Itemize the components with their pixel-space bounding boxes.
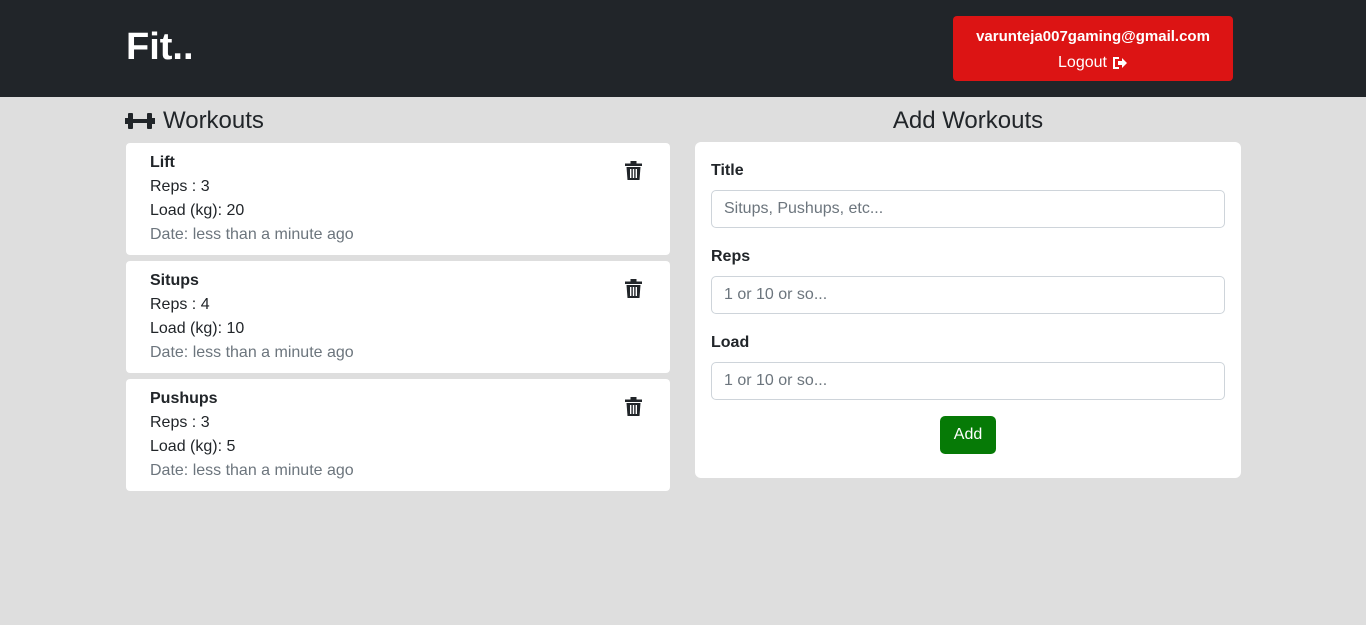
workouts-heading-text: Workouts	[163, 107, 264, 134]
dumbbell-icon	[125, 113, 155, 129]
title-input[interactable]	[711, 190, 1225, 228]
workout-title: Lift	[150, 154, 175, 171]
workout-reps: Reps : 3	[150, 178, 210, 195]
brand-logo[interactable]: Fit..	[126, 24, 194, 70]
title-label: Title	[711, 162, 744, 179]
sign-out-icon	[1112, 57, 1127, 69]
reps-input[interactable]	[711, 276, 1225, 314]
load-input[interactable]	[711, 362, 1225, 400]
workout-date: Date: less than a minute ago	[150, 462, 354, 479]
workout-load: Load (kg): 10	[150, 320, 245, 337]
workout-load: Load (kg): 20	[150, 202, 245, 219]
workout-date: Date: less than a minute ago	[150, 226, 354, 243]
user-email: varunteja007gaming@gmail.com	[976, 28, 1210, 45]
workout-card: Pushups Reps : 3 Load (kg): 5 Date: less…	[126, 379, 670, 491]
workout-card: Situps Reps : 4 Load (kg): 10 Date: less…	[126, 261, 670, 373]
workout-title: Pushups	[150, 390, 218, 407]
trash-icon[interactable]	[625, 161, 642, 180]
workout-reps: Reps : 3	[150, 414, 210, 431]
navbar: Fit.. varunteja007gaming@gmail.com Logou…	[0, 0, 1366, 97]
add-workouts-heading: Add Workouts	[892, 107, 1044, 134]
logout-button[interactable]: Logout	[953, 52, 1233, 74]
reps-label: Reps	[711, 248, 751, 265]
workout-load: Load (kg): 5	[150, 438, 236, 455]
workout-reps: Reps : 4	[150, 296, 210, 313]
trash-icon[interactable]	[625, 279, 642, 298]
user-box: varunteja007gaming@gmail.com Logout	[953, 16, 1233, 81]
workout-title: Situps	[150, 272, 199, 289]
logout-label: Logout	[1058, 54, 1107, 71]
workout-card: Lift Reps : 3 Load (kg): 20 Date: less t…	[126, 143, 670, 255]
workout-date: Date: less than a minute ago	[150, 344, 354, 361]
add-workout-form: Title Reps Load Add	[695, 142, 1241, 478]
workouts-heading: Workouts	[125, 105, 264, 137]
add-button[interactable]: Add	[940, 416, 996, 454]
load-label: Load	[711, 334, 750, 351]
trash-icon[interactable]	[625, 397, 642, 416]
